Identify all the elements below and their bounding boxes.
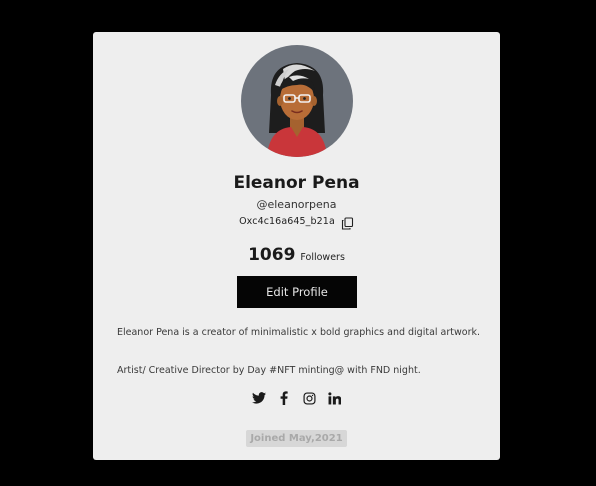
followers-count: 1069 (248, 245, 296, 265)
wallet-address: Oxc4c16a645_b21a (239, 216, 335, 227)
profile-handle: @eleanorpena (256, 198, 337, 211)
social-links (93, 391, 500, 405)
bio-line-2: Artist/ Creative Director by Day #NFT mi… (117, 365, 421, 376)
linkedin-icon[interactable] (327, 391, 341, 405)
profile-name: Eleanor Pena (233, 173, 360, 193)
joined-date-badge: Joined May,2021 (246, 430, 347, 447)
bio-line-1: Eleanor Pena is a creator of minimalisti… (117, 327, 481, 338)
facebook-icon[interactable] (277, 391, 291, 405)
profile-card: Eleanor Pena @eleanorpena Oxc4c16a645_b2… (93, 32, 500, 460)
avatar-illustration (267, 63, 327, 157)
instagram-icon[interactable] (302, 391, 316, 405)
wallet-row: Oxc4c16a645_b21a (93, 215, 500, 230)
followers-stat: 1069 Followers (93, 245, 500, 265)
avatar (241, 45, 353, 157)
twitter-icon[interactable] (252, 391, 266, 405)
copy-icon[interactable] (341, 215, 354, 230)
followers-label: Followers (300, 252, 345, 263)
edit-profile-button[interactable]: Edit Profile (237, 276, 357, 308)
